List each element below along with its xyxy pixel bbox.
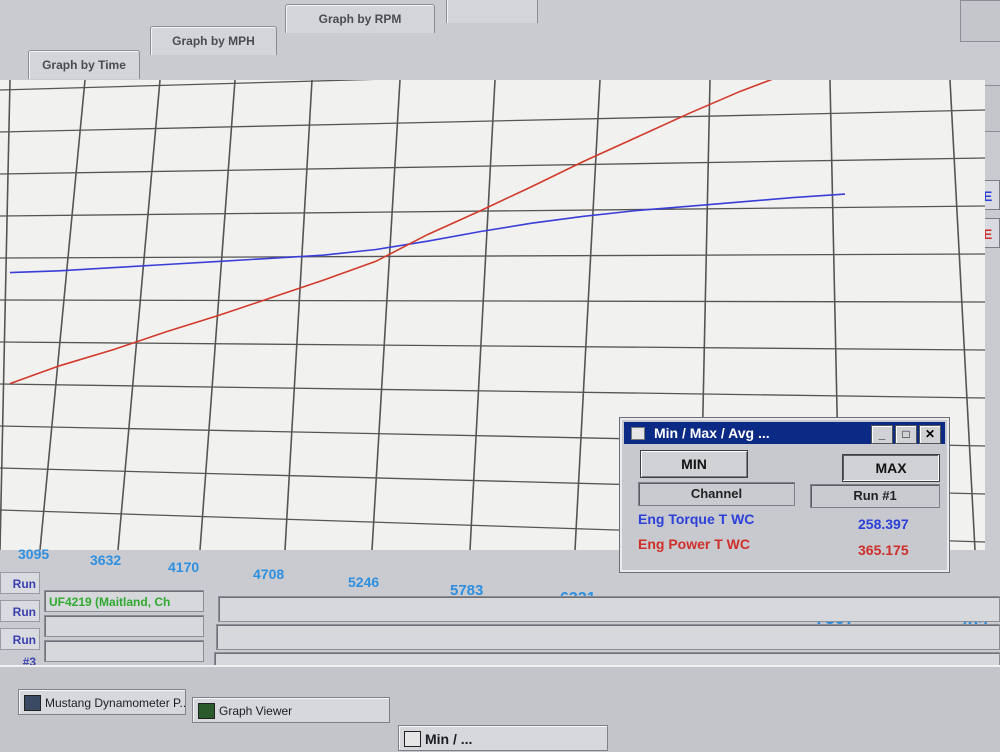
taskbar-item-label: Mustang Dynamometer P... [45, 696, 186, 710]
run-extra-field-2[interactable] [216, 624, 1000, 650]
taskbar-item-mustang[interactable]: Mustang Dynamometer P... [18, 689, 186, 715]
taskbar: Mustang Dynamometer P... Graph Viewer Mi… [0, 665, 1000, 752]
tab-graph-by-rpm[interactable]: Graph by RPM [285, 4, 435, 33]
app-icon [24, 695, 41, 711]
taskbar-item-label: Min / ... [425, 731, 473, 747]
x-tick-label: 4708 [253, 566, 285, 582]
channel-name-power: Eng Power T WC [638, 536, 750, 552]
x-tick-label: 3632 [90, 552, 122, 568]
maximize-icon[interactable]: □ [895, 425, 917, 444]
graph-icon [198, 703, 215, 719]
tab-extra[interactable] [446, 0, 538, 23]
run-field-3[interactable] [44, 640, 204, 662]
run-field-2[interactable] [44, 615, 204, 637]
channel-name-torque: Eng Torque T WC [638, 511, 755, 527]
min-button[interactable]: MIN [640, 450, 748, 478]
close-icon[interactable]: ✕ [919, 425, 941, 444]
run-column-header: Run #1 [810, 484, 940, 508]
x-tick-label: 4170 [168, 559, 200, 575]
max-button[interactable]: MAX [842, 454, 940, 482]
dialog-title-bar[interactable]: Min / Max / Avg ... _ □ ✕ [624, 422, 945, 444]
screen: Graph by Time Graph by MPH Graph by RPM … [0, 0, 1000, 752]
channel-value-power: 365.175 [858, 542, 909, 558]
run-label-1: Run #1 [0, 572, 40, 613]
x-tick-label: 3095 [18, 546, 50, 562]
window-icon [404, 731, 421, 747]
tab-graph-by-mph[interactable]: Graph by MPH [150, 26, 277, 55]
channel-value-torque: 258.397 [858, 516, 909, 532]
window-menu-icon[interactable] [631, 427, 645, 440]
run-field-1[interactable]: UF4219 (Maitland, Ch [44, 590, 204, 612]
run-label-2: Run #2 [0, 600, 40, 641]
x-tick-label: 5246 [348, 574, 380, 590]
edge-scroll-top[interactable] [960, 0, 1000, 42]
min-max-avg-dialog: Min / Max / Avg ... _ □ ✕ MIN MAX Channe… [619, 417, 950, 573]
minimize-icon[interactable]: _ [871, 425, 893, 444]
taskbar-item-graph-viewer[interactable]: Graph Viewer [192, 697, 390, 723]
channel-column-header: Channel [638, 482, 795, 506]
taskbar-item-minmax[interactable]: Min / ... [398, 725, 608, 751]
tab-graph-by-time[interactable]: Graph by Time [28, 50, 140, 79]
run-extra-field-1[interactable] [218, 596, 1000, 622]
run-label-3: Run #3 [0, 628, 40, 669]
taskbar-item-label: Graph Viewer [219, 704, 293, 718]
dialog-title: Min / Max / Avg ... [654, 425, 770, 441]
